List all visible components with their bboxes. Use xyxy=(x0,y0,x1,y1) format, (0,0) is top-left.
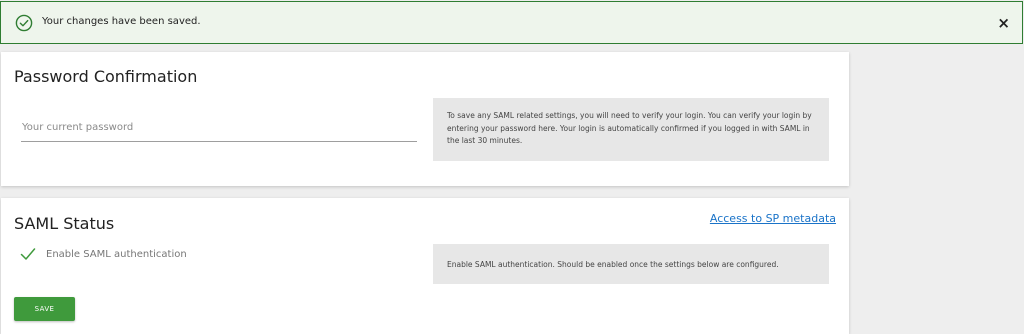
saml-help-text: Enable SAML authentication. Should be en… xyxy=(433,244,829,284)
password-confirmation-card: Password Confirmation To save any SAML r… xyxy=(1,52,849,186)
saml-status-card: SAML Status Access to SP metadata Enable… xyxy=(1,198,849,334)
save-success-banner: Your changes have been saved. × xyxy=(0,1,1023,44)
password-help-text: To save any SAML related settings, you w… xyxy=(433,98,829,161)
close-icon[interactable]: × xyxy=(997,14,1010,32)
enable-saml-checkbox[interactable]: Enable SAML authentication xyxy=(20,246,187,262)
save-button[interactable]: SAVE xyxy=(14,297,75,321)
sp-metadata-link[interactable]: Access to SP metadata xyxy=(710,212,836,225)
check-circle-icon xyxy=(15,14,33,32)
enable-saml-label: Enable SAML authentication xyxy=(46,248,187,260)
password-card-title: Password Confirmation xyxy=(14,67,198,86)
banner-message: Your changes have been saved. xyxy=(42,16,201,27)
checkmark-icon xyxy=(20,248,36,260)
saml-card-title: SAML Status xyxy=(14,214,115,233)
current-password-input[interactable] xyxy=(21,114,417,142)
